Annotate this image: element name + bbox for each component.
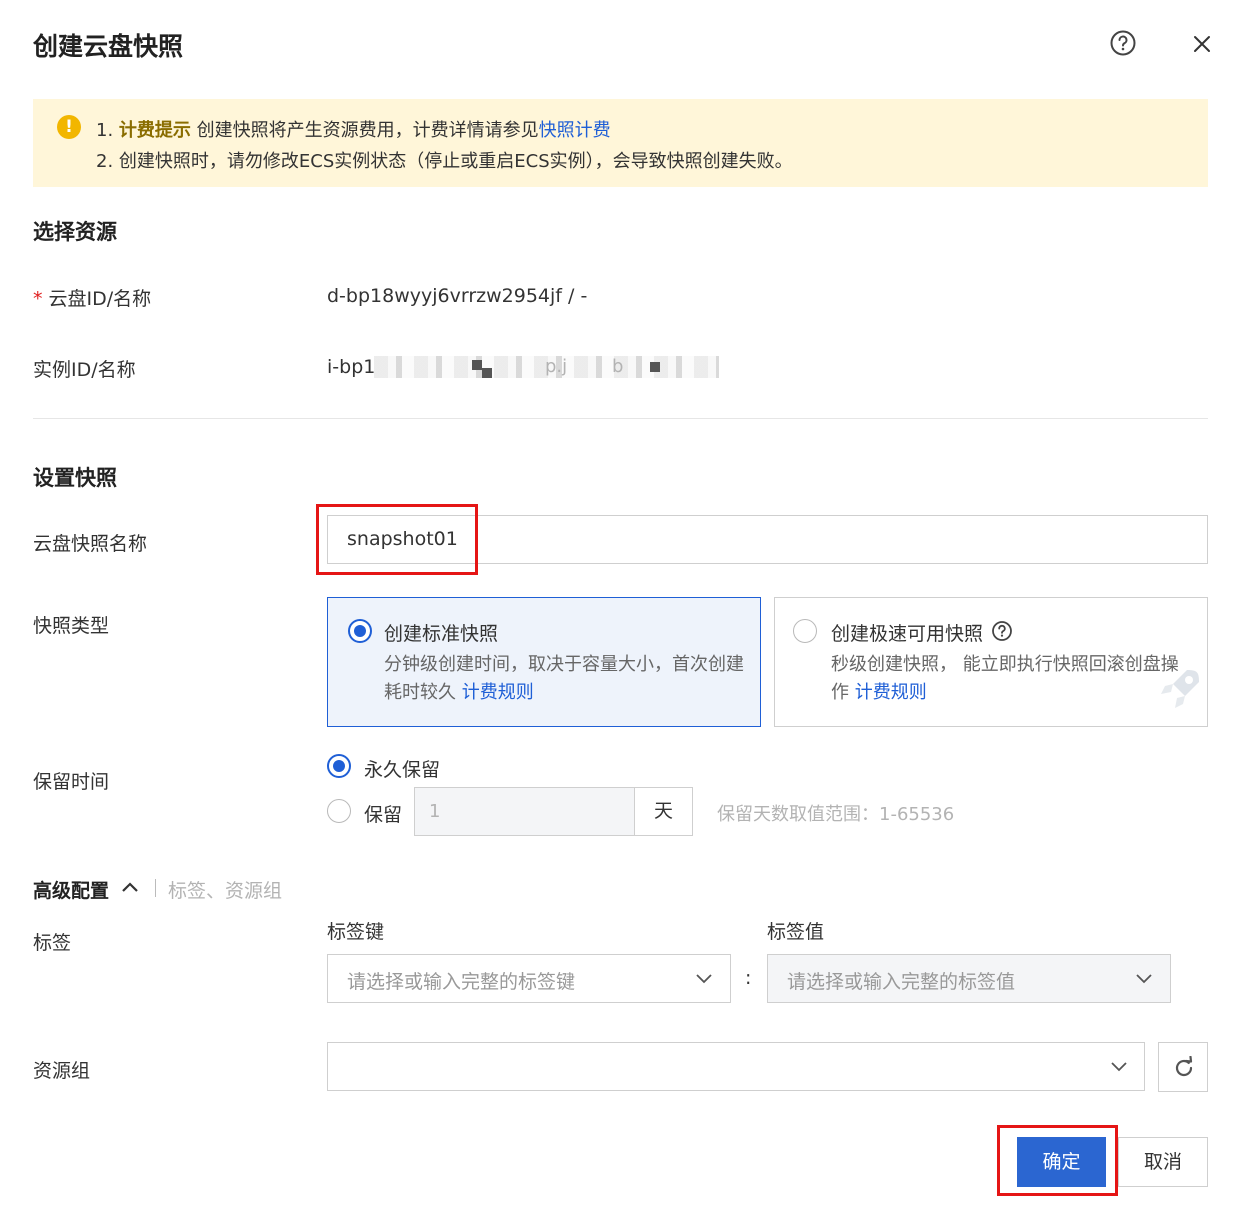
disk-id-label: * 云盘ID/名称 xyxy=(33,288,152,310)
chevron-down-icon xyxy=(1136,974,1152,984)
highlight-box-confirm xyxy=(997,1125,1118,1196)
retention-unit: 天 xyxy=(634,787,693,836)
card-title-standard: 创建标准快照 xyxy=(384,623,499,645)
tag-separator: : xyxy=(745,967,752,989)
refresh-icon xyxy=(1175,1056,1193,1077)
retention-days-input[interactable]: 1 xyxy=(414,787,635,836)
section-title-resource: 选择资源 xyxy=(33,220,117,244)
advanced-summary: 标签、资源组 xyxy=(168,880,283,902)
instance-id-tail: p.j xyxy=(545,356,568,377)
billing-rules-link-instant[interactable]: 计费规则 xyxy=(855,682,927,703)
snapshot-type-standard[interactable]: 创建标准快照 分钟级创建时间，取决于容量大小，首次创建耗时较久 计费规则 xyxy=(327,597,761,727)
tag-key-label: 标签键 xyxy=(327,921,385,943)
notice-line-2: 2. 创建快照时，请勿修改ECS实例状态（停止或重启ECS实例），会导致快照创建… xyxy=(96,151,793,172)
tag-key-select[interactable]: 请选择或输入完整的标签键 xyxy=(327,954,731,1003)
billing-tip-highlight: 计费提示 xyxy=(118,120,191,141)
billing-notice: ! 1. 计费提示 创建快照将产生资源费用，计费详情请参见快照计费 2. 创建快… xyxy=(33,99,1208,187)
refresh-button[interactable] xyxy=(1158,1042,1208,1092)
redaction-dot xyxy=(482,368,492,378)
section-title-snapshot: 设置快照 xyxy=(33,466,117,490)
help-icon[interactable] xyxy=(1109,29,1137,57)
advanced-separator xyxy=(155,879,156,897)
notice-line-1: 1. 计费提示 创建快照将产生资源费用，计费详情请参见快照计费 xyxy=(96,120,611,141)
snapshot-name-label: 云盘快照名称 xyxy=(33,533,148,555)
retention-label: 保留时间 xyxy=(33,771,110,793)
radio-instant[interactable] xyxy=(793,619,817,643)
redaction-dot xyxy=(472,360,482,370)
tag-value-label: 标签值 xyxy=(767,921,825,943)
radio-retain-forever[interactable] xyxy=(327,754,351,778)
resource-group-select[interactable] xyxy=(327,1042,1145,1091)
snapshot-billing-link[interactable]: 快照计费 xyxy=(539,120,611,141)
warning-icon: ! xyxy=(57,115,81,139)
retain-days-label: 保留 xyxy=(364,804,403,826)
radio-standard[interactable] xyxy=(348,619,372,643)
cancel-button[interactable]: 取消 xyxy=(1118,1137,1208,1187)
chevron-down-icon xyxy=(1111,1062,1127,1072)
tag-value-placeholder: 请选择或输入完整的标签值 xyxy=(787,971,1016,993)
card-title-instant: 创建极速可用快照 xyxy=(831,623,984,645)
advanced-config-toggle[interactable]: 高级配置 xyxy=(33,876,109,903)
instance-id-tail-2: b xyxy=(612,356,624,377)
tag-value-select[interactable]: 请选择或输入完整的标签值 xyxy=(767,954,1171,1003)
instance-id-value: i-bp1 xyxy=(327,356,376,378)
highlight-box-name xyxy=(316,504,478,575)
dialog-title: 创建云盘快照 xyxy=(33,32,184,61)
resource-group-label: 资源组 xyxy=(33,1060,91,1082)
instance-id-label: 实例ID/名称 xyxy=(33,359,136,381)
tags-label: 标签 xyxy=(33,932,72,954)
retention-days-value: 1 xyxy=(429,801,441,822)
card-desc-instant: 秒级创建快照， 能立即执行快照回滚创盘操作 计费规则 xyxy=(831,654,1179,703)
radio-retain-days[interactable] xyxy=(327,799,351,823)
retention-hint: 保留天数取值范围：1-65536 xyxy=(717,804,955,825)
close-icon[interactable] xyxy=(1188,30,1216,58)
billing-rules-link-standard[interactable]: 计费规则 xyxy=(462,682,534,703)
instant-help-icon[interactable] xyxy=(991,620,1013,642)
card-desc-standard: 分钟级创建时间，取决于容量大小，首次创建耗时较久 计费规则 xyxy=(384,654,744,703)
chevron-down-icon xyxy=(696,974,712,984)
redaction-dot xyxy=(650,362,660,372)
required-mark: * xyxy=(33,288,43,310)
tag-key-placeholder: 请选择或输入完整的标签键 xyxy=(347,971,576,993)
snapshot-type-label: 快照类型 xyxy=(33,615,110,637)
chevron-up-icon[interactable] xyxy=(120,879,140,895)
retain-forever-label: 永久保留 xyxy=(364,759,441,781)
snapshot-type-instant[interactable]: 创建极速可用快照 秒级创建快照， 能立即执行快照回滚创盘操作 计费规则 xyxy=(774,597,1208,727)
section-divider xyxy=(33,418,1208,419)
rocket-icon xyxy=(1161,670,1199,708)
disk-id-value: d-bp18wyyj6vrrzw2954jf / - xyxy=(327,285,588,307)
